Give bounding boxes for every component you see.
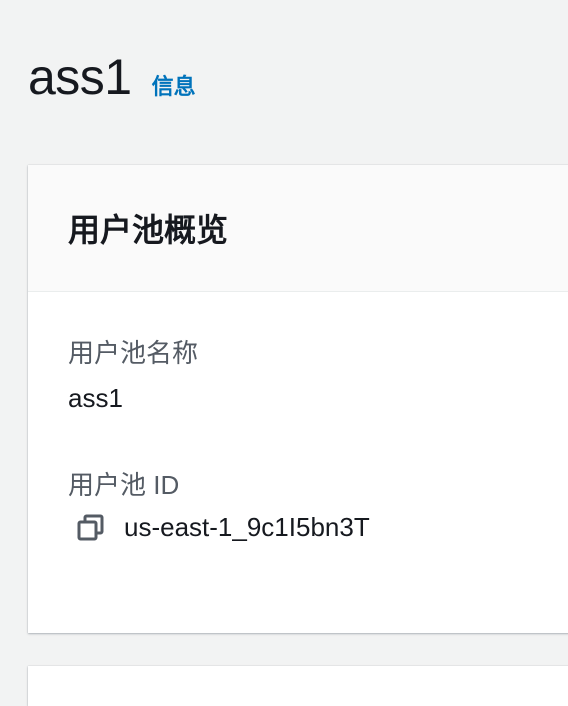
page-header: ass1 信息 [28, 52, 196, 102]
next-panel [28, 666, 568, 706]
user-pool-id-label: 用户池 ID [68, 470, 180, 500]
panel-title: 用户池概览 [68, 212, 229, 248]
user-pool-id-row: us-east-1_9c1I5bn3T [76, 512, 370, 543]
user-pool-name-value: ass1 [68, 383, 123, 413]
user-pool-id-value: us-east-1_9c1I5bn3T [124, 512, 370, 542]
page-title: ass1 [28, 49, 132, 105]
user-pool-overview-panel: 用户池概览 用户池名称 ass1 用户池 ID us-east-1_9c1I5b… [28, 165, 568, 633]
panel-header: 用户池概览 [28, 165, 568, 292]
copy-icon[interactable] [76, 513, 106, 543]
info-link[interactable]: 信息 [152, 69, 196, 101]
user-pool-name-label: 用户池名称 [68, 338, 199, 368]
